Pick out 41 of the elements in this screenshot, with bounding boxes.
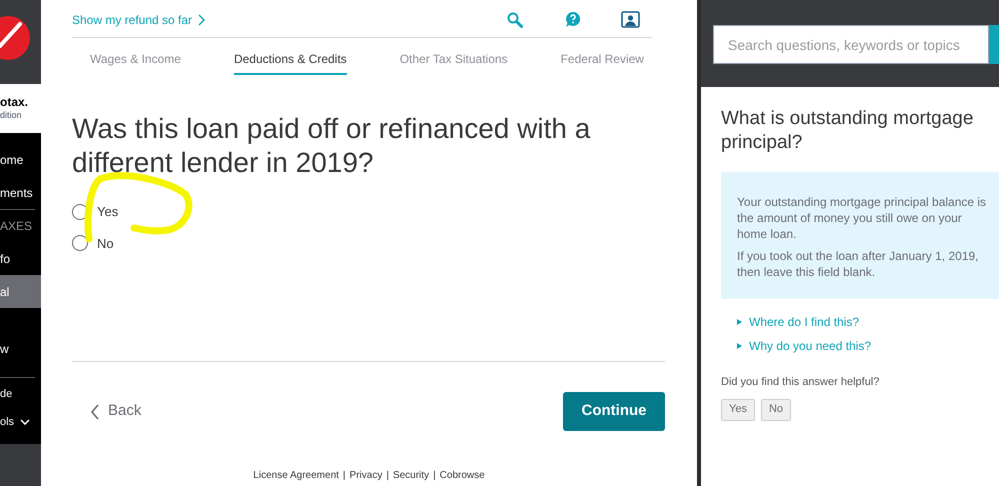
help-paragraph: If you took out the loan after January 1, 2019, then leave this field blank.: [737, 248, 980, 280]
footer-link[interactable]: Privacy: [350, 468, 382, 483]
help-paragraph: Your outstanding mortgage principal balance is the amount of money you still owe on your home loan.: [737, 194, 988, 242]
sidebar-heading: AXES: [0, 209, 35, 242]
footer-link[interactable]: Cobrowse: [440, 468, 485, 483]
sidebar-item[interactable]: fo: [0, 242, 41, 275]
sidebar-item[interactable]: w: [0, 332, 41, 365]
sidebar-footer: [0, 444, 41, 486]
chevron-down-icon: [20, 419, 30, 425]
continue-button[interactable]: Continue: [563, 392, 665, 431]
sidebar-dropdown[interactable]: ols: [0, 410, 41, 434]
help-bubble-icon[interactable]: [565, 11, 581, 28]
back-button[interactable]: Back: [72, 400, 142, 423]
question-heading: Was this loan paid off or refinanced with a different lender in 2019?: [72, 112, 592, 180]
step-tab[interactable]: Deductions & Credits: [234, 50, 347, 75]
separator: |: [433, 469, 436, 483]
footer-link[interactable]: License Agreement: [253, 468, 339, 483]
separator: |: [342, 469, 346, 483]
edition-label: dition: [0, 111, 22, 120]
person-screen-icon[interactable]: [621, 11, 640, 28]
chevron-right-icon: [198, 14, 206, 26]
option-label[interactable]: No: [97, 234, 114, 253]
option-label[interactable]: Yes: [97, 202, 118, 222]
search-field[interactable]: Search questions, keywords or topics: [713, 25, 989, 64]
feedback-question: Did you find this answer helpful?: [721, 375, 880, 390]
sidebar-item[interactable]: ome: [0, 143, 41, 176]
triangle-icon: [737, 319, 742, 325]
feedback-button[interactable]: Yes: [721, 398, 755, 420]
feedback-button[interactable]: No: [760, 398, 792, 420]
sidebar-item[interactable]: ments: [0, 176, 41, 209]
sidebar-item[interactable]: al: [0, 275, 41, 308]
triangle-icon: [737, 343, 742, 349]
footer-link[interactable]: Security: [392, 468, 430, 483]
brand-name: otax.: [0, 96, 28, 108]
search-icon[interactable]: [507, 12, 523, 28]
sidebar-item[interactable]: de: [0, 382, 41, 406]
help-title: What is outstanding mortgage principal?: [721, 107, 974, 155]
radio-button[interactable]: [72, 235, 88, 252]
chevron-left-icon: [90, 404, 100, 420]
radio-button[interactable]: [72, 204, 88, 220]
separator: |: [386, 469, 389, 483]
